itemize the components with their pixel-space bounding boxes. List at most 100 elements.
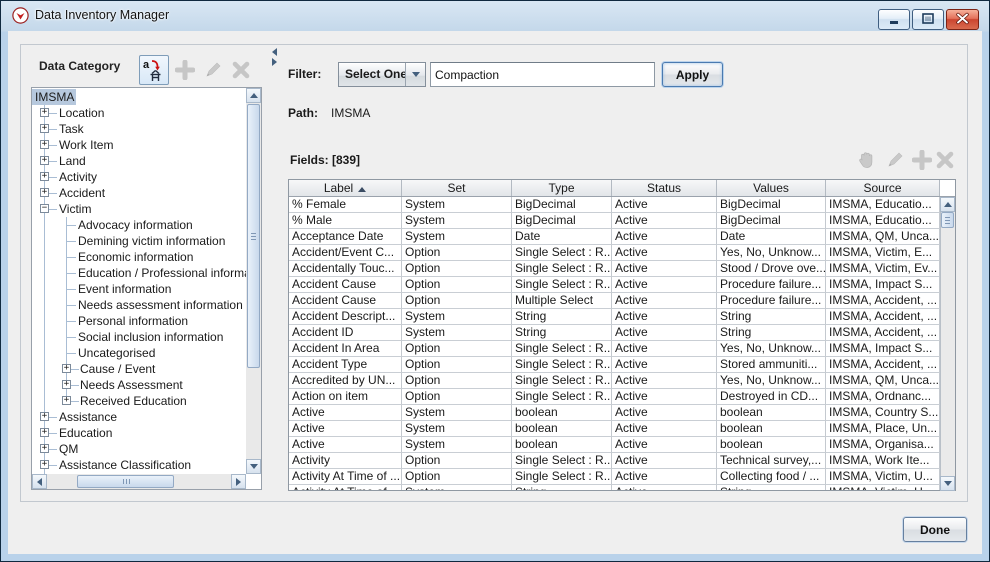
tree-item[interactable]: Advocacy information	[32, 217, 246, 233]
table-row[interactable]: Accident CauseOptionMultiple SelectActiv…	[289, 293, 940, 309]
expand-plus-icon[interactable]: +	[40, 444, 49, 453]
tree-item[interactable]: +Activity	[32, 169, 246, 185]
column-header-label[interactable]: Label	[289, 180, 402, 196]
tree-item[interactable]: +Received Education	[32, 393, 246, 409]
table-row[interactable]: ActiveSystembooleanActivebooleanIMSMA, C…	[289, 405, 940, 421]
hand-icon[interactable]	[856, 149, 876, 171]
tree-item[interactable]: −Victim	[32, 201, 246, 217]
scroll-up-icon[interactable]	[940, 197, 955, 212]
column-header-status[interactable]: Status	[612, 180, 717, 196]
table-row[interactable]: Accident/Event C...OptionSingle Select :…	[289, 245, 940, 261]
titlebar[interactable]: Data Inventory Manager	[1, 1, 989, 31]
add-icon[interactable]	[174, 58, 196, 82]
table-row[interactable]: Acceptance DateSystemDateActiveDateIMSMA…	[289, 229, 940, 245]
table-row[interactable]: Accident TypeOptionSingle Select : R...A…	[289, 357, 940, 373]
expand-plus-icon[interactable]: +	[62, 380, 71, 389]
splitpane-divider[interactable]	[270, 47, 282, 67]
maximize-button[interactable]	[912, 9, 944, 30]
scroll-down-icon[interactable]	[246, 459, 261, 474]
column-header-type[interactable]: Type	[512, 180, 612, 196]
tree-item[interactable]: Uncategorised	[32, 345, 246, 361]
table-row[interactable]: Action on itemOptionSingle Select : R...…	[289, 389, 940, 405]
edit-icon[interactable]	[885, 149, 905, 171]
tree-item[interactable]: +Land	[32, 153, 246, 169]
table-cell: Option	[402, 261, 512, 277]
tree-item[interactable]: +Accident	[32, 185, 246, 201]
minimize-button[interactable]	[878, 9, 910, 30]
scroll-right-icon[interactable]	[231, 474, 246, 489]
tree-vscroll-thumb[interactable]	[247, 104, 260, 368]
column-header-source[interactable]: Source	[826, 180, 940, 196]
expand-plus-icon[interactable]: +	[40, 156, 49, 165]
scroll-left-icon[interactable]	[32, 474, 47, 489]
tree-item[interactable]: Needs assessment information	[32, 297, 246, 313]
table-row[interactable]: Activity At Time of ...SystemStringActiv…	[289, 485, 940, 490]
expand-plus-icon[interactable]: +	[40, 460, 49, 469]
table-row[interactable]: Activity At Time of ...OptionSingle Sele…	[289, 469, 940, 485]
table-row[interactable]: ActiveSystembooleanActivebooleanIMSMA, O…	[289, 437, 940, 453]
tree-item[interactable]: +Work Item	[32, 137, 246, 153]
table-row[interactable]: ActiveSystembooleanActivebooleanIMSMA, P…	[289, 421, 940, 437]
tree-item[interactable]: Event information	[32, 281, 246, 297]
scroll-up-icon[interactable]	[246, 88, 261, 103]
tree-vertical-scrollbar[interactable]	[246, 88, 261, 474]
column-header-set[interactable]: Set	[402, 180, 512, 196]
tree-item[interactable]: +Location	[32, 105, 246, 121]
tree-item[interactable]: +Needs Assessment	[32, 377, 246, 393]
filter-dropdown[interactable]: Select One	[338, 62, 426, 87]
scroll-down-icon[interactable]	[940, 476, 955, 491]
tree-item[interactable]: +Assistance Classification	[32, 457, 246, 473]
tree-item[interactable]: Economic information	[32, 249, 246, 265]
table-cell: Active	[289, 421, 402, 437]
tree-item-label: Personal information	[32, 313, 190, 329]
tree-item[interactable]: +Cause / Event	[32, 361, 246, 377]
collapse-right-icon[interactable]	[272, 58, 277, 66]
tree-horizontal-scrollbar[interactable]	[32, 474, 246, 489]
close-button[interactable]	[946, 9, 979, 30]
add-icon[interactable]	[912, 149, 932, 171]
tree-item[interactable]: +QM	[32, 441, 246, 457]
expand-plus-icon[interactable]: +	[40, 140, 49, 149]
table-row[interactable]: Accident IDSystemStringActiveStringIMSMA…	[289, 325, 940, 341]
table-vscroll-thumb[interactable]	[941, 212, 954, 228]
table-row[interactable]: % FemaleSystemBigDecimalActiveBigDecimal…	[289, 197, 940, 213]
expand-plus-icon[interactable]: +	[62, 364, 71, 373]
tree-item[interactable]: +Assistance	[32, 409, 246, 425]
translate-icon[interactable]: a	[139, 55, 169, 85]
expand-plus-icon[interactable]: +	[62, 396, 71, 405]
edit-icon[interactable]	[202, 58, 224, 82]
chevron-down-icon[interactable]	[405, 63, 425, 86]
tree-item[interactable]: +Education	[32, 425, 246, 441]
apply-button[interactable]: Apply	[662, 62, 723, 87]
tree-hscroll-thumb[interactable]	[77, 475, 174, 488]
tree-item[interactable]: Personal information	[32, 313, 246, 329]
tree-item[interactable]: +Task	[32, 121, 246, 137]
table-vertical-scrollbar[interactable]	[940, 197, 955, 491]
table-row[interactable]: Accident In AreaOptionSingle Select : R.…	[289, 341, 940, 357]
expand-plus-icon[interactable]: +	[40, 428, 49, 437]
tree-item[interactable]: Demining victim information	[32, 233, 246, 249]
expand-plus-icon[interactable]: +	[40, 188, 49, 197]
delete-icon[interactable]	[230, 58, 252, 82]
expand-plus-icon[interactable]: +	[40, 108, 49, 117]
table-row[interactable]: Accident CauseOptionSingle Select : R...…	[289, 277, 940, 293]
expand-plus-icon[interactable]: +	[40, 124, 49, 133]
table-cell: System	[402, 485, 512, 490]
filter-input[interactable]	[430, 62, 655, 87]
table-cell: IMSMA, QM, Unca...	[826, 373, 940, 389]
table-row[interactable]: Accredited by UN...OptionSingle Select :…	[289, 373, 940, 389]
expand-plus-icon[interactable]: +	[40, 412, 49, 421]
collapse-minus-icon[interactable]: −	[40, 204, 49, 213]
delete-icon[interactable]	[935, 149, 955, 171]
tree-item[interactable]: IMSMA	[32, 89, 246, 105]
tree-item[interactable]: Social inclusion information	[32, 329, 246, 345]
tree-item[interactable]: Education / Professional information	[32, 265, 246, 281]
table-row[interactable]: Accident Descript...SystemStringActiveSt…	[289, 309, 940, 325]
column-header-values[interactable]: Values	[717, 180, 826, 196]
table-row[interactable]: ActivityOptionSingle Select : R...Active…	[289, 453, 940, 469]
collapse-left-icon[interactable]	[272, 48, 277, 56]
table-row[interactable]: Accidentally Touc...OptionSingle Select …	[289, 261, 940, 277]
expand-plus-icon[interactable]: +	[40, 172, 49, 181]
done-button[interactable]: Done	[903, 517, 967, 542]
table-row[interactable]: % MaleSystemBigDecimalActiveBigDecimalIM…	[289, 213, 940, 229]
